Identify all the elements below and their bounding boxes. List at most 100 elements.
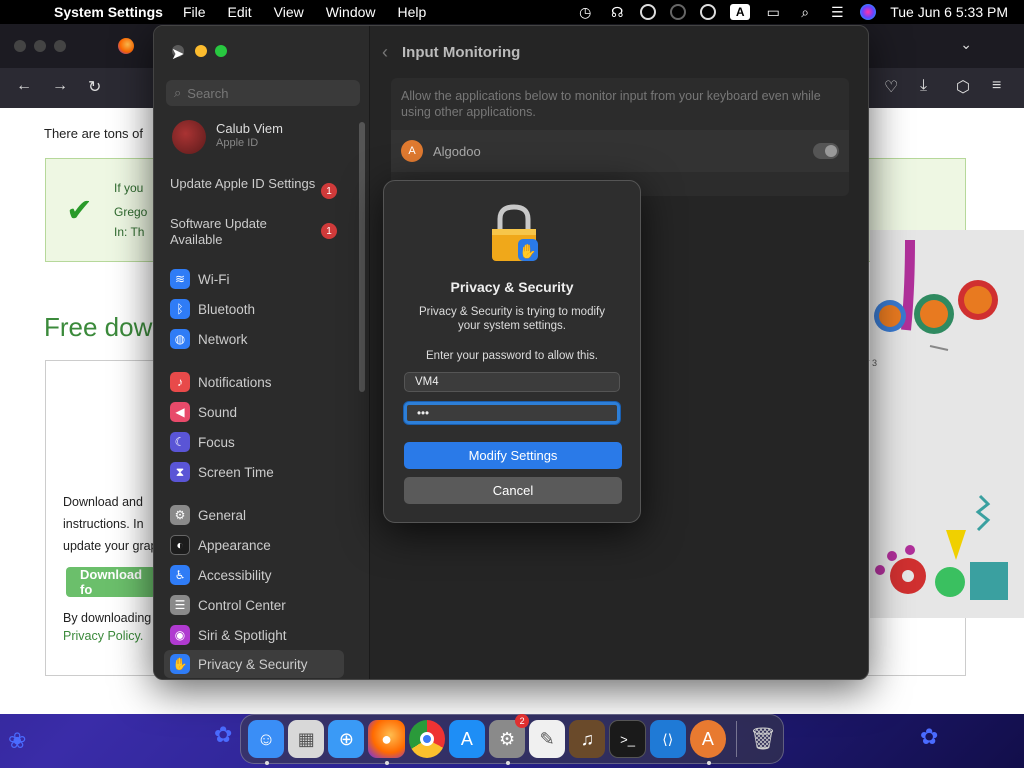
- permission-toggle[interactable]: [813, 143, 839, 159]
- user-icon[interactable]: [700, 4, 717, 20]
- menu-window[interactable]: Window: [326, 4, 376, 20]
- minimize-dot[interactable]: [34, 40, 46, 52]
- modify-settings-button[interactable]: Modify Settings: [404, 442, 622, 469]
- password-field[interactable]: •••: [404, 402, 620, 424]
- menu-bar: System Settings File Edit View Window He…: [0, 0, 1024, 24]
- algodoo-splash: 3: [870, 230, 1024, 618]
- close-dot[interactable]: [14, 40, 26, 52]
- control-center-icon[interactable]: ☰: [828, 3, 846, 21]
- screen-mirror-icon[interactable]: ▭: [764, 3, 782, 21]
- extensions-icon[interactable]: ⬡: [956, 77, 970, 97]
- finder-icon[interactable]: ☺: [248, 720, 285, 765]
- sidebar-item-siri-spotlight[interactable]: ◉ Siri & Spotlight: [170, 624, 287, 646]
- dock-separator: [735, 721, 737, 757]
- firefox-icon[interactable]: ●: [368, 720, 405, 765]
- app-row-algodoo: A Algodoo: [391, 130, 849, 172]
- sidebar-scrollbar[interactable]: [359, 122, 365, 392]
- wifi-icon: ≋: [170, 269, 190, 289]
- siri-icon: ◉: [170, 625, 190, 645]
- garageband-icon[interactable]: ♫: [569, 720, 606, 758]
- bluetooth-icon: ᛒ: [170, 299, 190, 319]
- menu-icon[interactable]: ≡: [992, 77, 1001, 95]
- notice-line[interactable]: Grego: [114, 205, 147, 219]
- search-input[interactable]: ⌕ Search: [166, 80, 360, 106]
- update-apple-id-item[interactable]: Update Apple ID Settings: [170, 176, 320, 192]
- keyboard-icon[interactable]: A: [730, 4, 751, 20]
- sidebar-item-appearance[interactable]: ◐ Appearance: [170, 534, 271, 556]
- sidebar-item-screen-time[interactable]: ⧗ Screen Time: [170, 461, 274, 483]
- menu-edit[interactable]: Edit: [228, 4, 252, 20]
- vpn-icon[interactable]: [670, 4, 687, 20]
- sidebar-item-control-center[interactable]: ☰ Control Center: [170, 594, 286, 616]
- minimize-button[interactable]: [195, 45, 207, 57]
- accessibility-icon[interactable]: [640, 4, 657, 20]
- forward-arrow-icon[interactable]: →: [52, 77, 68, 95]
- sidebar-item-label: General: [198, 507, 247, 523]
- sidebar-item-notifications[interactable]: ♪ Notifications: [170, 371, 272, 393]
- avatar[interactable]: [172, 120, 206, 154]
- firefox-tab-icon[interactable]: [118, 38, 134, 54]
- dock: ☺ ▦ ⊕ ● A ⚙ 2 ✎ ♫ >_ ⟨⟩ A 🗑: [240, 714, 784, 765]
- textedit-icon[interactable]: ✎: [529, 720, 566, 758]
- spotlight-icon[interactable]: ⌕: [796, 3, 814, 21]
- menubar-clock[interactable]: Tue Jun 6 5:33 PM: [890, 4, 1008, 20]
- pocket-icon[interactable]: ♡: [884, 77, 898, 97]
- time-machine-icon[interactable]: ◷: [576, 3, 594, 21]
- running-indicator: [385, 761, 390, 765]
- sidebar-item-focus[interactable]: ☾ Focus: [170, 431, 235, 453]
- sidebar-item-general[interactable]: ⚙ General: [170, 504, 246, 526]
- sidebar-item-network[interactable]: ◍ Network: [170, 328, 248, 350]
- menu-view[interactable]: View: [274, 4, 304, 20]
- auth-dialog: ✋ Privacy & Security Privacy & Security …: [383, 180, 641, 523]
- dialog-prompt: Enter your password to allow this.: [426, 350, 598, 362]
- download-icon[interactable]: ⤓: [920, 77, 927, 95]
- reload-icon[interactable]: ↻: [88, 77, 101, 97]
- siri-icon[interactable]: [860, 4, 877, 20]
- sidebar-item-label: Privacy & Security: [198, 656, 308, 672]
- sidebar-item-label: Focus: [198, 434, 235, 450]
- hearing-icon[interactable]: ☊: [608, 3, 626, 21]
- account-subtitle: Apple ID: [216, 137, 259, 149]
- username-field[interactable]: VM4: [404, 372, 620, 392]
- notice-line: In: Th: [114, 225, 145, 239]
- back-chevron-icon[interactable]: ‹: [382, 42, 388, 63]
- sidebar-item-accessibility[interactable]: ♿ Accessibility: [170, 564, 272, 586]
- cancel-button[interactable]: Cancel: [404, 477, 622, 504]
- dock-badge: 2: [515, 714, 530, 728]
- running-indicator: [706, 761, 711, 765]
- pane-header: ‹ Input Monitoring: [382, 42, 520, 63]
- app-store-icon[interactable]: A: [448, 720, 485, 758]
- account-name[interactable]: Calub Viem: [216, 121, 283, 136]
- sidebar-item-label: Bluetooth: [198, 301, 256, 317]
- menu-help[interactable]: Help: [398, 4, 427, 20]
- gear-icon: ⚙: [170, 505, 190, 525]
- system-settings-icon[interactable]: ⚙ 2: [488, 714, 530, 765]
- menu-file[interactable]: File: [183, 4, 206, 20]
- download-button[interactable]: Download fo: [66, 567, 156, 597]
- zoom-dot[interactable]: [54, 40, 66, 52]
- sidebar-item-sound[interactable]: ◀ Sound: [170, 401, 237, 423]
- chevron-down-icon[interactable]: ⌄: [960, 36, 972, 53]
- privacy-policy-link[interactable]: Privacy Policy.: [63, 629, 143, 643]
- back-arrow-icon[interactable]: ←: [16, 77, 32, 95]
- app-menu[interactable]: System Settings: [54, 4, 163, 20]
- terminal-icon[interactable]: >_: [609, 720, 646, 758]
- zoom-button[interactable]: [215, 45, 227, 57]
- algodoo-icon[interactable]: A: [689, 720, 726, 765]
- wallpaper-flower-icon: ❀: [8, 728, 27, 753]
- launchpad-icon[interactable]: ▦: [288, 720, 325, 758]
- vscode-icon[interactable]: ⟨⟩: [649, 720, 686, 758]
- sidebar-item-privacy-security[interactable]: ✋ Privacy & Security: [164, 650, 344, 678]
- control-center-icon: ☰: [170, 595, 190, 615]
- sidebar-item-bluetooth[interactable]: ᛒ Bluetooth: [170, 298, 255, 320]
- software-update-item[interactable]: Software Update Available: [170, 216, 320, 248]
- appearance-icon: ◐: [170, 535, 190, 555]
- page-title: Input Monitoring: [402, 44, 521, 61]
- chrome-icon[interactable]: [408, 720, 445, 758]
- lock-icon: ✋: [492, 204, 538, 261]
- sidebar-item-wifi[interactable]: ≋ Wi-Fi: [170, 268, 229, 290]
- running-indicator: [265, 761, 269, 765]
- sidebar-item-label: Sound: [198, 404, 238, 420]
- safari-icon[interactable]: ⊕: [328, 720, 365, 758]
- trash-icon[interactable]: 🗑: [745, 720, 781, 758]
